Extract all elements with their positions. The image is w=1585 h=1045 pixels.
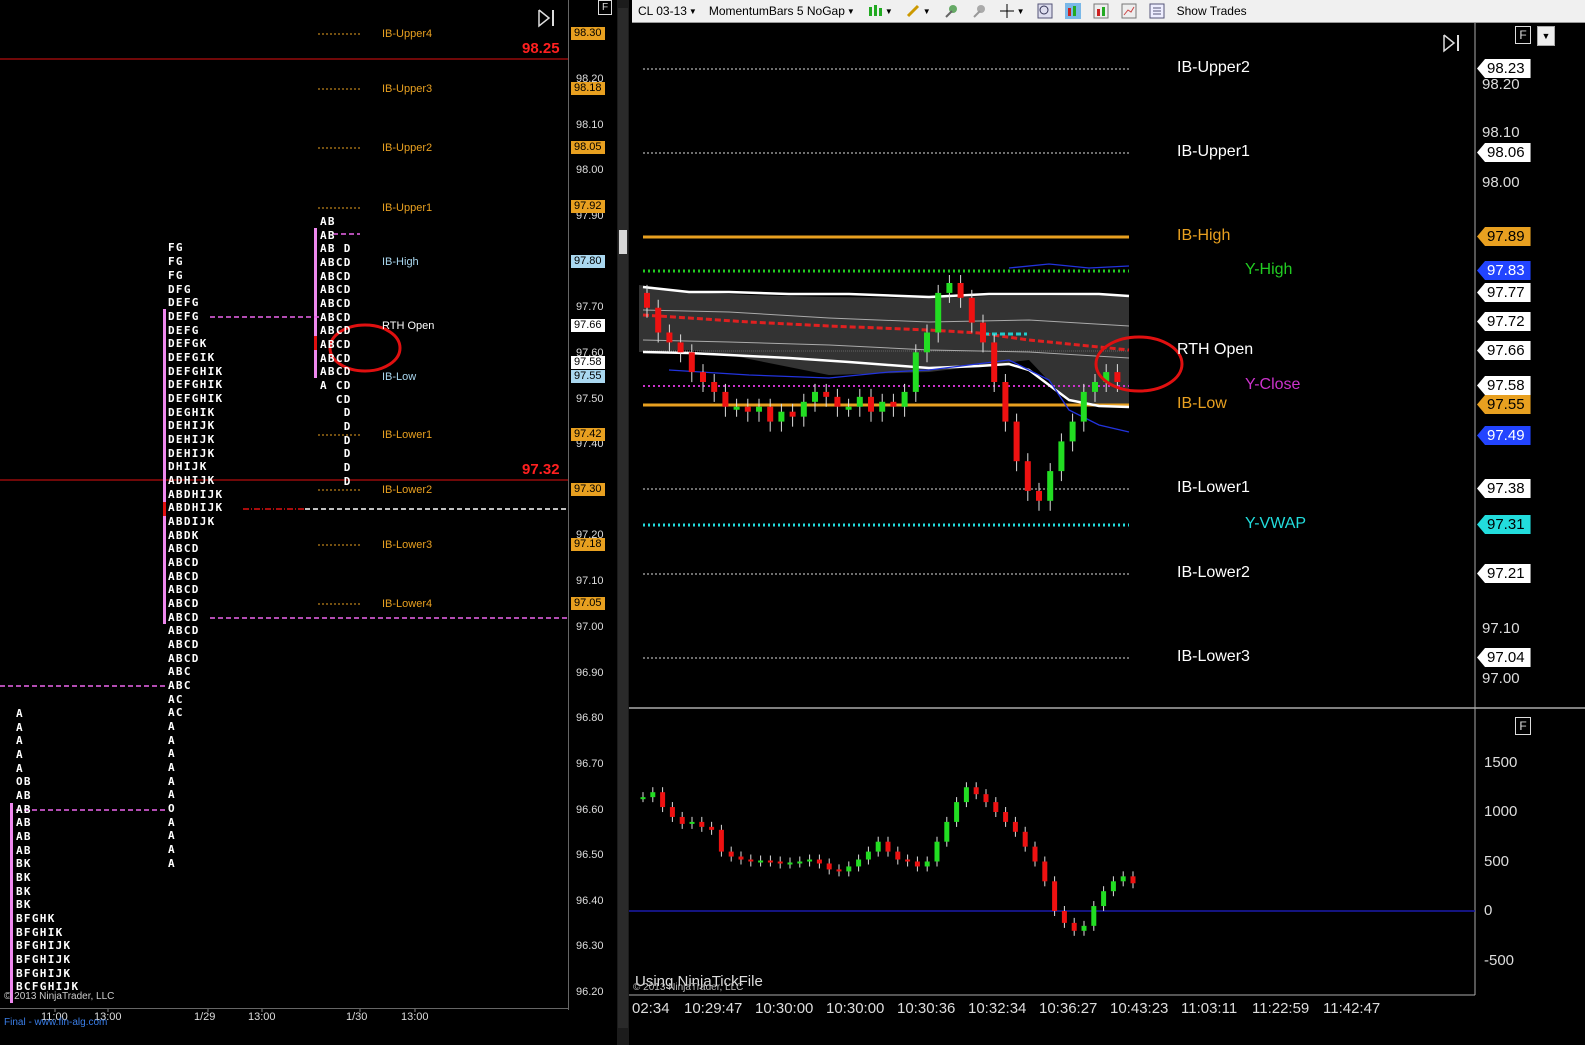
scroll-to-end-icon[interactable]	[536, 8, 558, 28]
format-oscillator-panel-button[interactable]: F	[1515, 717, 1531, 735]
time-label: 10:29:47	[684, 1000, 743, 1017]
time-label: 11:22:59	[1252, 1000, 1310, 1017]
time-label: 10:30:00	[755, 1000, 814, 1017]
time-label: 02:34	[632, 1000, 670, 1017]
time-label: 10:43:23	[1110, 1000, 1169, 1017]
format-price-panel-button[interactable]: F	[1515, 26, 1531, 44]
market-profile-pane[interactable]: AB AB AB D ABCD ABCD ABCD ABCD ABCD ABCD ABCD ABCD…	[0, 0, 617, 1045]
time-label: 10:30:00	[826, 1000, 885, 1017]
time-label: 11:03:11	[1181, 1000, 1238, 1017]
time-label: 13:00	[248, 1011, 276, 1023]
time-label: 10:36:27	[1039, 1000, 1098, 1017]
time-label: 1/30	[346, 1011, 368, 1023]
time-label: 13:00	[401, 1011, 429, 1023]
time-label: 11:42:47	[1323, 1000, 1381, 1017]
time-axis: 11:00 13:00 1/29 13:00 1/30 13:00	[0, 0, 617, 1045]
panel-dropdown-icon[interactable]: ▼	[1537, 26, 1555, 46]
time-axis: 02:34 10:29:47 10:30:00 10:30:00 10:30:36 10:…	[629, 0, 1585, 1045]
scroll-to-end-icon[interactable]	[1441, 33, 1463, 53]
format-button[interactable]: F	[598, 0, 612, 15]
copyright-text: © 2013 NinjaTrader, LLC	[633, 982, 744, 993]
time-label: 1/29	[194, 1011, 216, 1023]
chart-window[interactable]: CL 03-13 ▼ MomentumBars 5 NoGap ▼ ▼ ▼ ▼ Sh…	[629, 0, 1585, 1045]
footer-link[interactable]: Final - www.fin-alg.com	[4, 1017, 107, 1028]
pane-splitter[interactable]	[617, 0, 629, 1045]
time-label: 10:30:36	[897, 1000, 956, 1017]
time-label: 10:32:34	[968, 1000, 1027, 1017]
copyright-text: © 2013 NinjaTrader, LLC	[4, 991, 115, 1002]
